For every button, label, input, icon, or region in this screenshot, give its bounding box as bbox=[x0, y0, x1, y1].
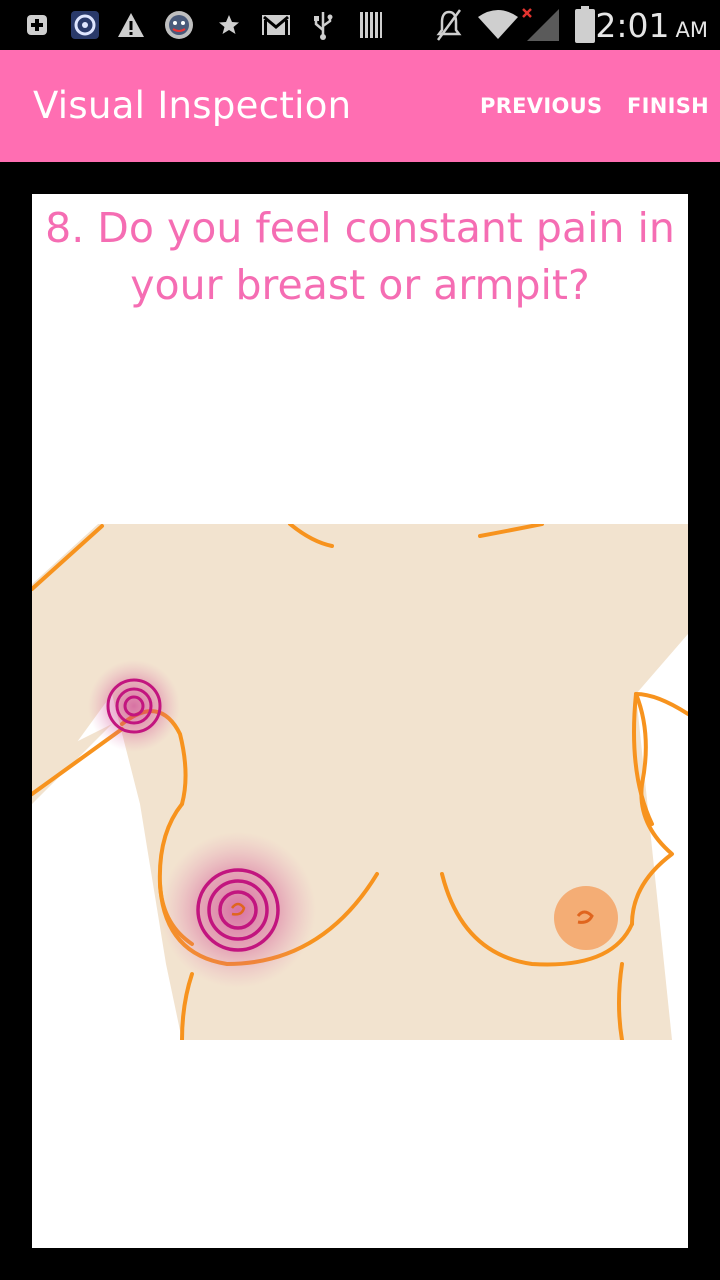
avatar-app-icon bbox=[163, 0, 195, 50]
clock: 2:01 AM bbox=[595, 0, 708, 50]
question-card: 8. Do you feel constant pain in your bre… bbox=[30, 194, 690, 1248]
warning-icon bbox=[116, 0, 146, 50]
right-nipple bbox=[554, 886, 618, 950]
gmail-icon bbox=[260, 0, 292, 50]
breast-pain-illustration bbox=[30, 522, 690, 1042]
status-bar: 2:01 AM bbox=[0, 0, 720, 50]
usb-icon bbox=[310, 0, 336, 50]
barcode-icon bbox=[358, 0, 384, 50]
question-text: 8. Do you feel constant pain in your bre… bbox=[45, 204, 675, 309]
add-box-icon bbox=[24, 0, 50, 50]
wifi-icon bbox=[476, 0, 520, 50]
clock-time: 2:01 bbox=[595, 6, 670, 45]
finish-button[interactable]: FINISH bbox=[627, 50, 709, 162]
torso-skin bbox=[32, 524, 688, 1040]
app-bar: Visual Inspection PREVIOUS FINISH bbox=[0, 50, 720, 162]
mute-icon bbox=[434, 0, 464, 50]
battery-icon bbox=[572, 0, 598, 50]
clock-ampm: AM bbox=[675, 18, 708, 42]
previous-button[interactable]: PREVIOUS bbox=[480, 50, 602, 162]
app-circle-icon bbox=[70, 0, 100, 50]
star-icon bbox=[215, 0, 243, 50]
signal-no-service-icon bbox=[520, 0, 562, 50]
page-title: Visual Inspection bbox=[33, 84, 352, 127]
